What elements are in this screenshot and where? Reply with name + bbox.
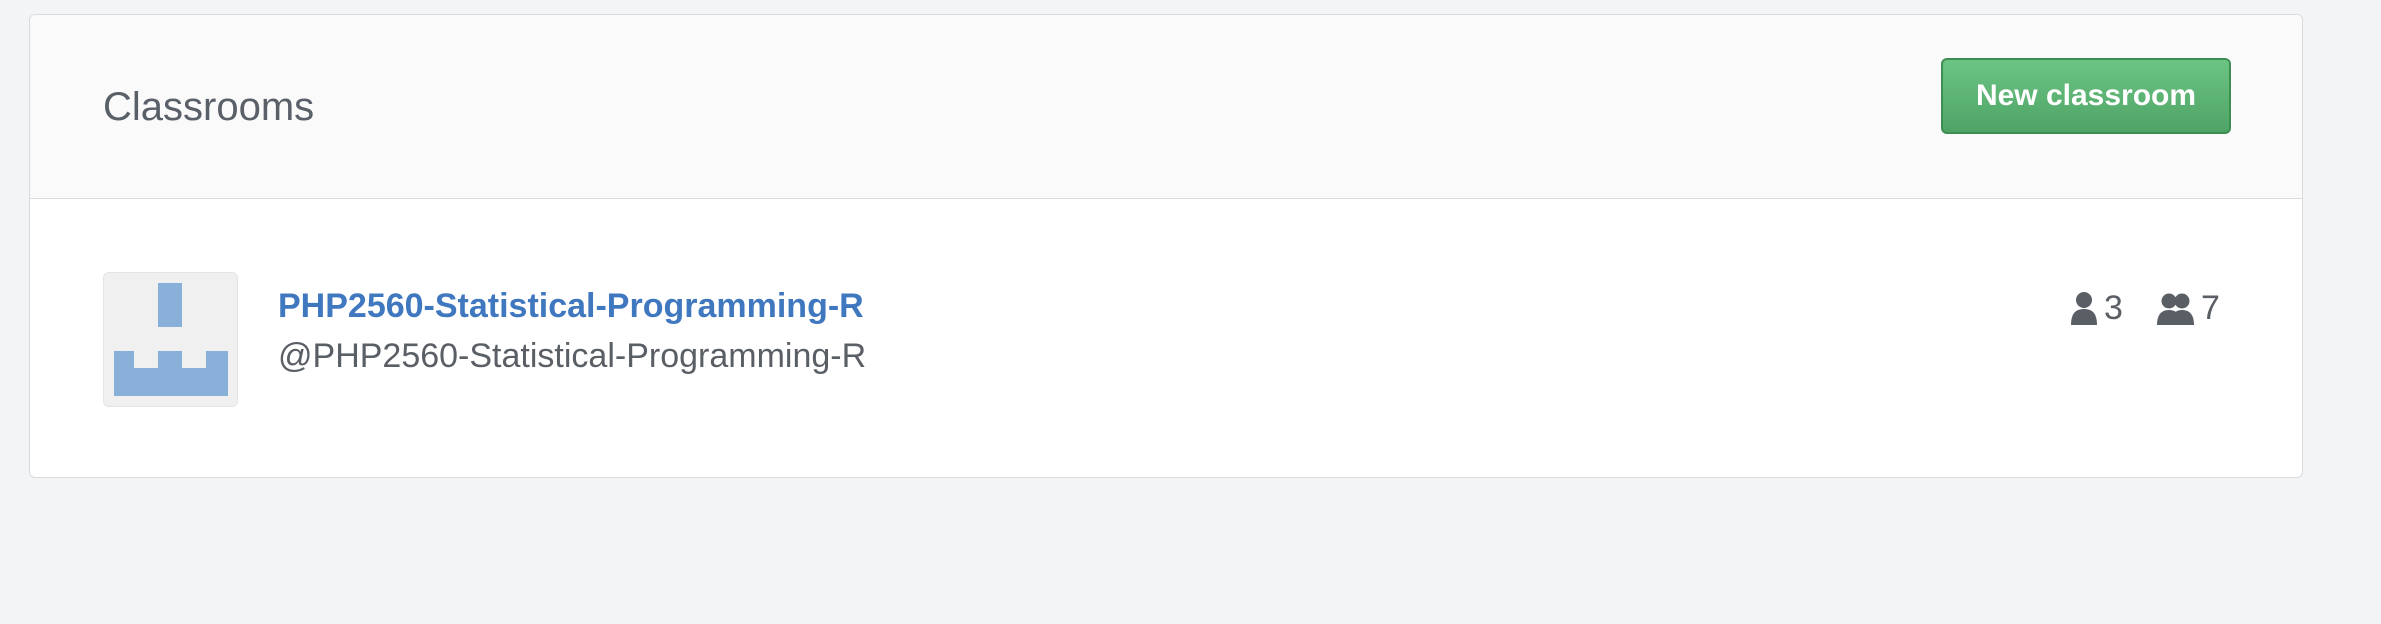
organization-avatar[interactable] xyxy=(103,272,238,407)
teams-count-value: 7 xyxy=(2201,289,2220,327)
person-icon xyxy=(2070,291,2098,325)
new-classroom-button[interactable]: New classroom xyxy=(1941,58,2231,134)
classrooms-panel: Classrooms New classroom PHP2560-Statist… xyxy=(29,14,2303,478)
students-count: 3 xyxy=(2070,288,2123,328)
classroom-list-item[interactable]: PHP2560-Statistical-Programming-R @PHP25… xyxy=(30,199,2302,477)
teams-count: 7 xyxy=(2157,288,2220,328)
organization-avatar-icon xyxy=(114,283,228,396)
people-icon xyxy=(2157,291,2195,325)
page-title: Classrooms xyxy=(103,85,315,129)
classroom-handle: @PHP2560-Statistical-Programming-R xyxy=(278,337,867,375)
panel-header: Classrooms New classroom xyxy=(30,15,2302,199)
classroom-name-link[interactable]: PHP2560-Statistical-Programming-R xyxy=(278,285,864,327)
students-count-value: 3 xyxy=(2104,289,2123,327)
